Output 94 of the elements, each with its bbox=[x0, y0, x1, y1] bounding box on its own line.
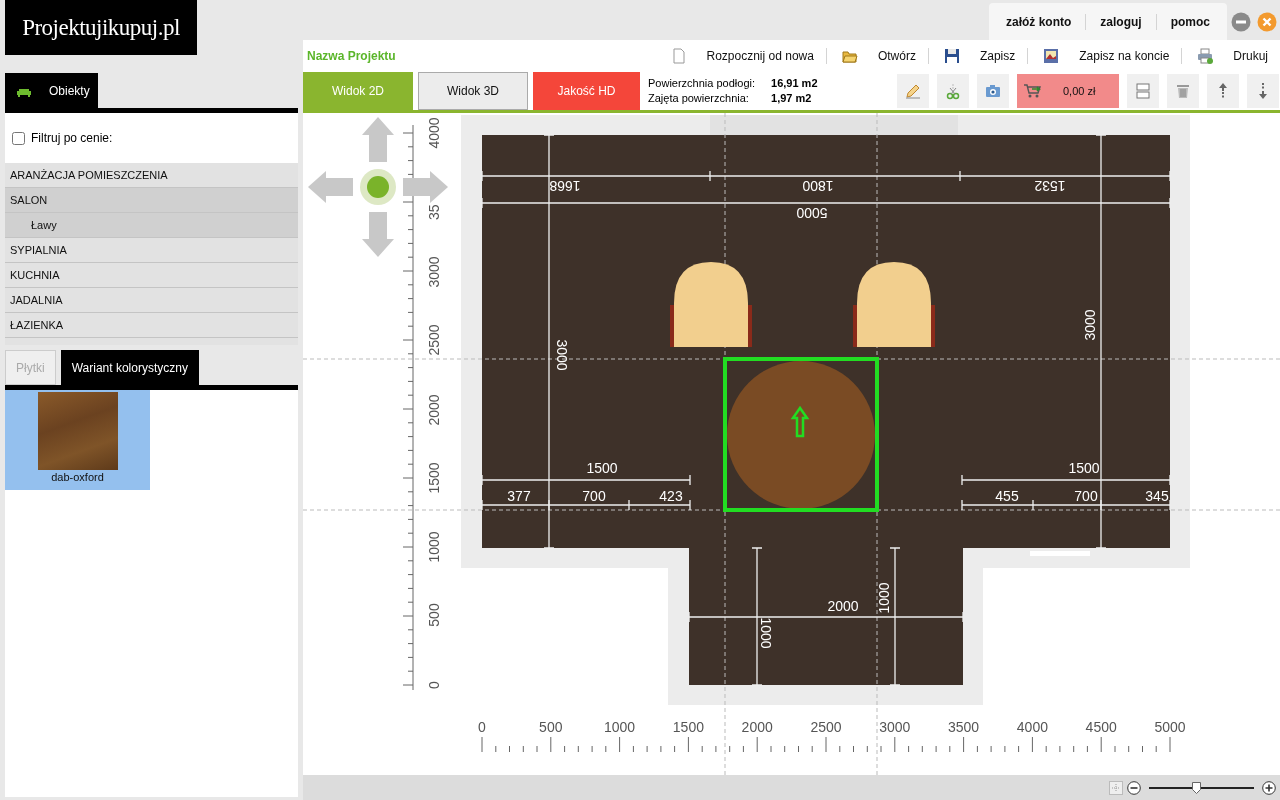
minus-icon bbox=[1127, 780, 1141, 795]
fit-to-screen-icon bbox=[1109, 780, 1123, 795]
filter-label: Filtruj po cenie: bbox=[31, 131, 113, 145]
pan-left-button[interactable] bbox=[308, 171, 353, 203]
ruler-label: 1000 bbox=[604, 719, 636, 735]
close-button[interactable] bbox=[1257, 12, 1277, 32]
document-icon bbox=[670, 48, 687, 64]
dimension-label: 1500 bbox=[1068, 460, 1100, 476]
minimize-button[interactable] bbox=[1231, 12, 1251, 32]
trash-icon bbox=[1174, 82, 1192, 100]
view-tab[interactable]: Widok 3D bbox=[418, 72, 528, 110]
minimize-icon bbox=[1231, 12, 1251, 32]
zoom-in-button[interactable] bbox=[1262, 780, 1276, 795]
camera-icon bbox=[984, 82, 1002, 100]
picture-save-icon bbox=[1043, 48, 1060, 64]
move-up-button[interactable] bbox=[1207, 74, 1239, 108]
ruler-label: 2000 bbox=[426, 394, 442, 426]
dimension-label: 700 bbox=[582, 488, 606, 504]
area-value: 16,91 m2 bbox=[771, 76, 818, 91]
ruler-label: 5000 bbox=[1154, 719, 1186, 735]
move-down-button[interactable] bbox=[1247, 74, 1279, 108]
zoom-out-button[interactable] bbox=[1127, 780, 1141, 795]
dimension-label: 345 bbox=[1145, 488, 1169, 504]
hd-quality-button[interactable]: Jakość HD bbox=[533, 72, 640, 110]
menu-link[interactable]: Zapisz na koncie bbox=[1028, 48, 1182, 64]
folder-icon bbox=[841, 48, 858, 64]
arrow-up-icon bbox=[790, 405, 810, 438]
dimension-label: 1000 bbox=[876, 582, 892, 614]
printer-icon bbox=[1197, 48, 1214, 64]
account-link[interactable]: zaloguj bbox=[1086, 14, 1156, 29]
ruler-label: 2500 bbox=[426, 324, 442, 356]
area-value: 1,97 m2 bbox=[771, 91, 813, 106]
dimension-label: 1800 bbox=[802, 178, 834, 194]
menu-link[interactable]: Otwórz bbox=[826, 48, 928, 64]
price-button[interactable]: 0,00 zł bbox=[1017, 74, 1119, 108]
edit-button[interactable] bbox=[897, 74, 929, 108]
close-icon bbox=[1257, 12, 1277, 32]
ruler-label: 3500 bbox=[948, 719, 980, 735]
area-label: Zajęta powierzchnia: bbox=[648, 91, 750, 106]
menu-link[interactable]: Drukuj bbox=[1182, 48, 1280, 64]
cart-icon bbox=[1023, 83, 1043, 99]
category-item[interactable]: SALON bbox=[5, 188, 298, 213]
menu-link[interactable]: Zapisz bbox=[928, 48, 1028, 64]
pan-down-button[interactable] bbox=[362, 212, 394, 257]
menu-link[interactable]: Rozpocznij od nowa bbox=[655, 48, 826, 64]
site-logo: Projektujikupuj.pl bbox=[5, 0, 197, 55]
dimension-label: 5000 bbox=[796, 205, 828, 221]
scissors-icon bbox=[944, 82, 962, 100]
ruler-label: 1500 bbox=[426, 462, 442, 494]
delete-button[interactable] bbox=[1167, 74, 1199, 108]
dimension-label: 1500 bbox=[586, 460, 618, 476]
filter-checkbox[interactable] bbox=[12, 131, 25, 145]
ruler-label: 4500 bbox=[1085, 719, 1117, 735]
area-label: Powierzchnia podłogi: bbox=[648, 76, 755, 91]
slider-thumb-icon[interactable] bbox=[1192, 781, 1202, 794]
objects-tab[interactable]: Obiekty bbox=[5, 73, 98, 108]
account-link[interactable]: załóż konto bbox=[991, 14, 1086, 29]
ruler-label: 500 bbox=[426, 603, 442, 627]
pan-right-button[interactable] bbox=[403, 171, 448, 203]
dimension-label: 1532 bbox=[1034, 178, 1066, 194]
ruler-label: 4000 bbox=[426, 117, 442, 149]
dimension-label: 377 bbox=[507, 488, 531, 504]
project-name: Nazwa Projektu bbox=[306, 49, 397, 63]
snapshot-button[interactable] bbox=[977, 74, 1009, 108]
plus-icon bbox=[1262, 780, 1276, 795]
color-variant-tile[interactable]: dab-oxford bbox=[5, 390, 150, 490]
dimension-label: 700 bbox=[1074, 488, 1098, 504]
ruler-label: 35 bbox=[426, 204, 442, 220]
center-view-button[interactable] bbox=[360, 169, 396, 205]
ruler-label: 4000 bbox=[1016, 719, 1048, 735]
ruler-label: 0 bbox=[426, 681, 442, 689]
layers-button[interactable] bbox=[1127, 74, 1159, 108]
ruler-label: 2500 bbox=[810, 719, 842, 735]
ruler-label: 0 bbox=[478, 719, 486, 735]
ruler-label: 500 bbox=[539, 719, 563, 735]
pencil-icon bbox=[904, 82, 922, 100]
dimension-label: 423 bbox=[659, 488, 683, 504]
material-tab[interactable]: Wariant kolorystyczny bbox=[60, 350, 199, 385]
account-link[interactable]: pomoc bbox=[1156, 14, 1224, 29]
dimension-label: 3000 bbox=[554, 339, 570, 371]
dimension-label: 1000 bbox=[758, 617, 774, 649]
stacked-rectangles-icon bbox=[1134, 82, 1152, 100]
dimension-label: 2000 bbox=[827, 598, 859, 614]
dimension-label: 1668 bbox=[549, 178, 581, 194]
ruler-label: 1500 bbox=[672, 719, 704, 735]
pan-up-button[interactable] bbox=[362, 117, 394, 162]
dimension-label: 455 bbox=[995, 488, 1019, 504]
ruler-label: 1000 bbox=[426, 531, 442, 563]
ruler-label: 3000 bbox=[426, 256, 442, 288]
cut-button[interactable] bbox=[937, 74, 969, 108]
ruler-label: 2000 bbox=[741, 719, 773, 735]
subcategory-item[interactable]: Ławy bbox=[5, 213, 298, 238]
dimension-label: 3000 bbox=[1082, 309, 1098, 341]
ruler-label: 3000 bbox=[879, 719, 911, 735]
